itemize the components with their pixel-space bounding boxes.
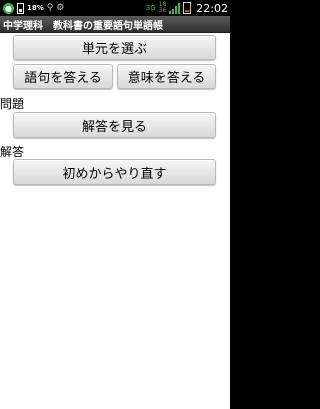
answer-label: 解答 [0,145,25,159]
show-answer-button[interactable]: 解答を見る [13,112,216,138]
signal-strength-icon [169,2,181,14]
data-down-count: 36 [158,7,167,14]
battery-icon [183,2,192,14]
network-type: 3G [145,4,156,12]
app-title-bar: 中学理科 教科書の重要語句単語帳 [0,16,230,33]
select-unit-button[interactable]: 単元を選ぶ [13,35,216,60]
clock: 22:02 [196,1,228,15]
status-bar: ● 18% ⚲ ⚙ 3G 18 36 22:02 [0,0,230,16]
main-content: 単元を選ぶ 語句を答える 意味を答える 問題 解答を見る 解答 初めからやり直す [0,33,230,409]
answer-meaning-button[interactable]: 意味を答える [117,64,216,89]
app-title: 中学理科 教科書の重要語句単語帳 [3,21,163,32]
answer-term-button[interactable]: 語句を答える [13,64,113,89]
app-notification-icon: ● [3,2,14,14]
android-debug-icon: ⚙ [56,3,65,13]
question-label: 問題 [0,97,25,111]
battery-small-percent: 18% [27,4,44,12]
usb-icon: ⚲ [46,3,54,13]
battery-small-icon [17,2,24,14]
restart-button[interactable]: 初めからやり直す [13,159,216,185]
data-activity-counter: 18 36 [159,2,167,14]
